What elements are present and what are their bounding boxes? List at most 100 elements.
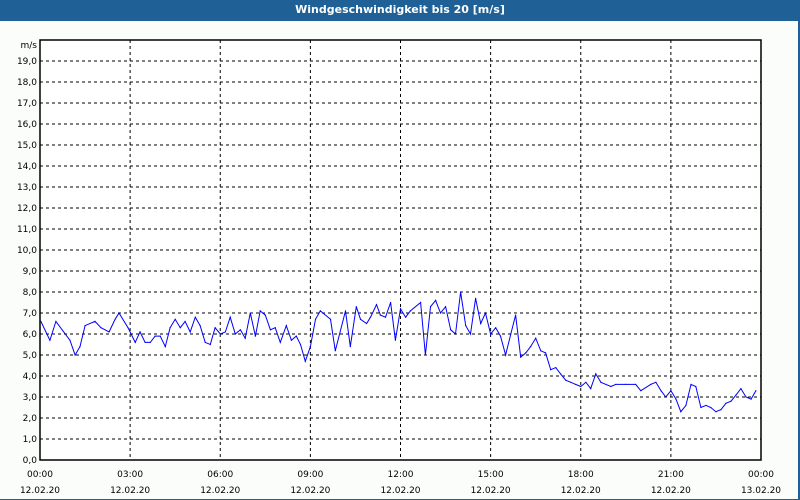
data-point: [720, 409, 722, 411]
data-point: [204, 341, 206, 343]
data-point: [439, 312, 442, 314]
data-point: [94, 320, 96, 322]
y-tick-label: 10,0: [17, 246, 37, 256]
x-tick-date: 12.02.20: [290, 486, 330, 496]
data-point: [580, 385, 582, 388]
data-point: [139, 331, 141, 333]
data-point: [394, 339, 396, 341]
x-tick-time: 03:00: [117, 470, 143, 480]
data-point: [405, 316, 407, 318]
data-point: [595, 373, 597, 375]
data-point: [499, 335, 502, 337]
x-tick-date: 13.02.20: [741, 486, 781, 496]
data-point: [114, 318, 116, 320]
data-point: [705, 404, 707, 406]
data-point: [154, 335, 156, 337]
data-point: [224, 331, 226, 333]
x-tick-time: 09:00: [297, 470, 323, 480]
x-tick-date: 12.02.20: [651, 486, 691, 496]
data-point: [169, 327, 171, 329]
data-point: [745, 396, 747, 398]
y-tick-label: 3,0: [23, 393, 38, 403]
data-point: [304, 360, 306, 362]
data-point: [520, 356, 522, 358]
data-point: [74, 354, 76, 356]
data-point: [319, 310, 321, 312]
x-tick-time: 06:00: [207, 470, 233, 480]
y-tick-label: 19,0: [17, 57, 37, 67]
y-tick-label: 18,0: [17, 78, 37, 88]
y-tick-label: 2,0: [23, 414, 38, 424]
data-point: [355, 306, 357, 308]
data-point: [625, 383, 627, 385]
data-point: [510, 333, 512, 335]
data-point: [314, 318, 317, 320]
y-tick-label: 5,0: [23, 351, 38, 361]
data-point: [700, 406, 702, 409]
data-point: [334, 350, 336, 352]
data-point: [344, 310, 347, 312]
x-tick-date: 12.02.20: [20, 486, 60, 496]
data-point: [149, 341, 151, 343]
data-point: [725, 402, 727, 404]
x-tick-date: 12.02.20: [471, 486, 511, 496]
data-point: [435, 299, 437, 301]
data-point: [108, 331, 110, 333]
data-point: [755, 390, 757, 392]
data-point: [79, 346, 81, 348]
data-point: [525, 352, 527, 354]
data-point: [610, 385, 612, 388]
data-point: [475, 297, 477, 299]
data-point: [730, 400, 732, 402]
data-point: [299, 343, 302, 346]
data-point: [450, 329, 452, 331]
data-point: [505, 354, 507, 356]
data-point: [675, 398, 677, 400]
y-tick-label: 8,0: [23, 288, 38, 298]
data-point: [420, 301, 422, 304]
x-tick-time: 18:00: [568, 470, 594, 480]
y-tick-label: 12,0: [17, 204, 37, 214]
data-point: [490, 333, 492, 335]
data-point: [399, 308, 402, 310]
data-point: [295, 335, 297, 337]
data-point: [495, 327, 497, 329]
data-point: [100, 327, 102, 329]
data-point: [444, 306, 447, 308]
x-tick-time: 15:00: [478, 470, 504, 480]
data-point: [690, 383, 692, 385]
data-point: [389, 301, 392, 304]
data-point: [459, 291, 462, 293]
data-point: [565, 379, 567, 381]
data-point: [309, 346, 311, 348]
data-point: [375, 304, 378, 306]
y-tick-label: 7,0: [23, 309, 38, 319]
x-tick-date: 12.02.20: [561, 486, 601, 496]
data-point: [174, 318, 176, 320]
data-point: [249, 312, 251, 314]
data-point: [570, 381, 572, 383]
data-point: [269, 329, 272, 331]
data-point: [365, 322, 368, 325]
data-point: [685, 404, 687, 406]
data-point: [349, 346, 351, 348]
data-point: [635, 383, 637, 385]
data-point: [465, 325, 467, 327]
data-point: [660, 390, 662, 392]
data-point: [144, 341, 146, 343]
data-point: [560, 373, 562, 375]
data-point: [535, 337, 537, 339]
data-point: [209, 343, 211, 346]
data-point: [49, 339, 51, 341]
data-point: [484, 312, 487, 314]
data-point: [384, 316, 387, 318]
data-point: [480, 322, 482, 325]
data-point: [55, 320, 57, 322]
data-point: [575, 383, 577, 385]
x-tick-date: 12.02.20: [110, 486, 150, 496]
data-point: [670, 390, 672, 392]
y-tick-label: 14,0: [17, 162, 37, 172]
y-tick-label: 9,0: [23, 267, 38, 277]
data-point: [234, 333, 236, 335]
data-point: [369, 316, 372, 318]
